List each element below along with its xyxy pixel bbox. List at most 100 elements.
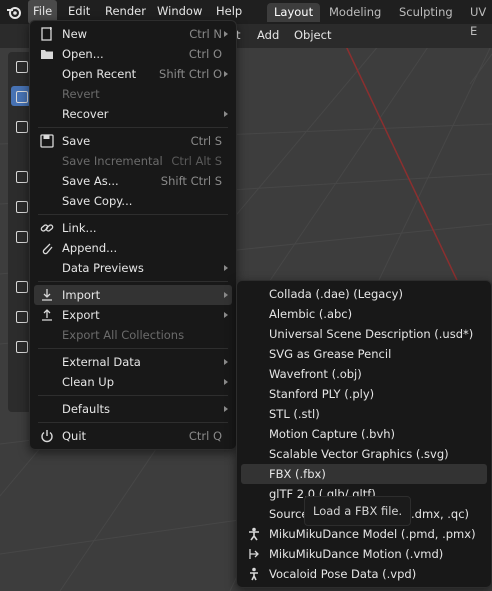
menu-label: Revert xyxy=(62,87,100,101)
menu-label: Recover xyxy=(62,107,109,121)
menu-label: Open Recent xyxy=(62,67,137,81)
menu-item-save-as[interactable]: Save As... Shift Ctrl S xyxy=(34,171,232,191)
menu-item-clean-up[interactable]: Clean Up xyxy=(34,372,232,392)
menu-item-external-data[interactable]: External Data xyxy=(34,352,232,372)
shortcut-label: Ctrl Q xyxy=(188,429,222,443)
tool-rotate[interactable] xyxy=(11,166,31,186)
menu-label: MikuMikuDance Motion (.vmd) xyxy=(269,547,444,561)
tool-cursor[interactable] xyxy=(11,86,31,106)
menu-item-save[interactable]: Save Ctrl S xyxy=(34,131,232,151)
menu-label: Save Incremental xyxy=(62,154,163,168)
import-item-svg[interactable]: Scalable Vector Graphics (.svg) xyxy=(241,444,487,464)
measure-icon xyxy=(16,311,28,323)
move-icon xyxy=(16,121,28,133)
tool-measure[interactable] xyxy=(11,306,31,326)
menu-item-open-recent[interactable]: Open Recent Shift Ctrl O xyxy=(34,64,232,84)
tab-modeling[interactable]: Modeling xyxy=(322,3,388,22)
menu-label: Motion Capture (.bvh) xyxy=(269,427,396,441)
menu-item-export[interactable]: Export xyxy=(34,305,232,325)
save-icon xyxy=(40,134,54,148)
menu-label: Save Copy... xyxy=(62,194,133,208)
menu-item-data-previews[interactable]: Data Previews xyxy=(34,258,232,278)
menu-label: Quit xyxy=(62,429,87,443)
viewport-menu-add[interactable]: Add xyxy=(257,28,279,42)
tool-move[interactable] xyxy=(11,116,31,136)
menu-item-new[interactable]: New Ctrl N xyxy=(34,24,232,44)
menu-item-recover[interactable]: Recover xyxy=(34,104,232,124)
menu-item-defaults[interactable]: Defaults xyxy=(34,399,232,419)
import-item-alembic[interactable]: Alembic (.abc) xyxy=(241,304,487,324)
viewport-menu-object[interactable]: Object xyxy=(294,28,331,42)
import-item-mmd-model[interactable]: MikuMikuDance Model (.pmd, .pmx) xyxy=(241,524,487,544)
tool-scale[interactable] xyxy=(11,196,31,216)
tab-layout[interactable]: Layout xyxy=(267,3,321,22)
import-icon xyxy=(42,289,52,301)
import-item-vocaloid-pose[interactable]: Vocaloid Pose Data (.vpd) xyxy=(241,564,487,584)
menu-item-link[interactable]: Link... xyxy=(34,218,232,238)
submenu-arrow-icon xyxy=(224,265,228,271)
import-item-usd[interactable]: Universal Scene Description (.usd*) xyxy=(241,324,487,344)
submenu-arrow-icon xyxy=(224,111,228,117)
menu-label: STL (.stl) xyxy=(269,407,320,421)
tab-sculpting[interactable]: Sculpting xyxy=(392,3,460,22)
menu-separator xyxy=(38,281,228,282)
menu-separator xyxy=(38,395,228,396)
tool-annotate[interactable] xyxy=(11,276,31,296)
menu-item-import[interactable]: Import xyxy=(34,285,232,305)
menu-label: Save xyxy=(62,134,91,148)
menu-separator xyxy=(38,214,228,215)
submenu-arrow-icon xyxy=(224,406,228,412)
import-item-fbx[interactable]: FBX (.fbx) xyxy=(241,464,487,484)
menu-separator xyxy=(38,348,228,349)
select-box-icon xyxy=(16,61,28,73)
submenu-arrow-icon xyxy=(224,292,228,298)
import-item-collada[interactable]: Collada (.dae) (Legacy) xyxy=(241,284,487,304)
folder-icon xyxy=(41,50,53,59)
submenu-arrow-icon xyxy=(224,379,228,385)
submenu-arrow-icon xyxy=(224,312,228,318)
menu-label: Wavefront (.obj) xyxy=(269,367,362,381)
shortcut-label: Shift Ctrl S xyxy=(160,174,222,188)
menu-label: Clean Up xyxy=(62,375,115,389)
menu-separator xyxy=(38,422,228,423)
menu-separator xyxy=(38,127,228,128)
submenu-arrow-icon xyxy=(224,359,228,365)
import-item-motion-capture[interactable]: Motion Capture (.bvh) xyxy=(241,424,487,444)
export-icon xyxy=(42,309,52,321)
menu-item-revert: Revert xyxy=(34,84,232,104)
menu-item-export-all-collections: Export All Collections xyxy=(34,325,232,345)
menu-label: Vocaloid Pose Data (.vpd) xyxy=(269,567,417,581)
menu-label: Open... xyxy=(62,47,104,61)
shortcut-label: Ctrl O xyxy=(188,47,222,61)
menu-label: Defaults xyxy=(62,402,111,416)
menu-label: Data Previews xyxy=(62,261,144,275)
link-icon xyxy=(40,224,54,232)
import-item-mmd-motion[interactable]: MikuMikuDance Motion (.vmd) xyxy=(241,544,487,564)
import-item-svg-grease-pencil[interactable]: SVG as Grease Pencil xyxy=(241,344,487,364)
menu-label: Stanford PLY (.ply) xyxy=(269,387,375,401)
menu-label: New xyxy=(62,27,88,41)
submenu-arrow-icon xyxy=(224,71,228,77)
import-item-stl[interactable]: STL (.stl) xyxy=(241,404,487,424)
tab-uv-editing[interactable]: UV E xyxy=(463,3,492,38)
menu-label: External Data xyxy=(62,355,141,369)
blender-logo-icon[interactable] xyxy=(6,4,22,20)
menu-item-save-copy[interactable]: Save Copy... xyxy=(34,191,232,211)
import-item-stanford-ply[interactable]: Stanford PLY (.ply) xyxy=(241,384,487,404)
menu-label: Save As... xyxy=(62,174,119,188)
menu-item-append[interactable]: Append... xyxy=(34,238,232,258)
menu-label: MikuMikuDance Model (.pmd, .pmx) xyxy=(269,527,476,541)
tool-transform[interactable] xyxy=(11,226,31,246)
menu-item-open[interactable]: Open... Ctrl O xyxy=(34,44,232,64)
menu-label: Alembic (.abc) xyxy=(269,307,353,321)
tool-select[interactable] xyxy=(11,56,31,76)
cursor-icon xyxy=(16,91,28,103)
submenu-arrow-icon xyxy=(224,31,228,37)
file-menu: New Ctrl N Open... Ctrl O Open Recent Sh… xyxy=(29,20,237,450)
shortcut-label: Ctrl N xyxy=(189,27,222,41)
import-item-wavefront[interactable]: Wavefront (.obj) xyxy=(241,364,487,384)
menu-label: FBX (.fbx) xyxy=(269,467,326,481)
menu-label: Export xyxy=(62,308,100,322)
tool-add-cube[interactable] xyxy=(11,336,31,356)
menu-item-quit[interactable]: Quit Ctrl Q xyxy=(34,426,232,446)
